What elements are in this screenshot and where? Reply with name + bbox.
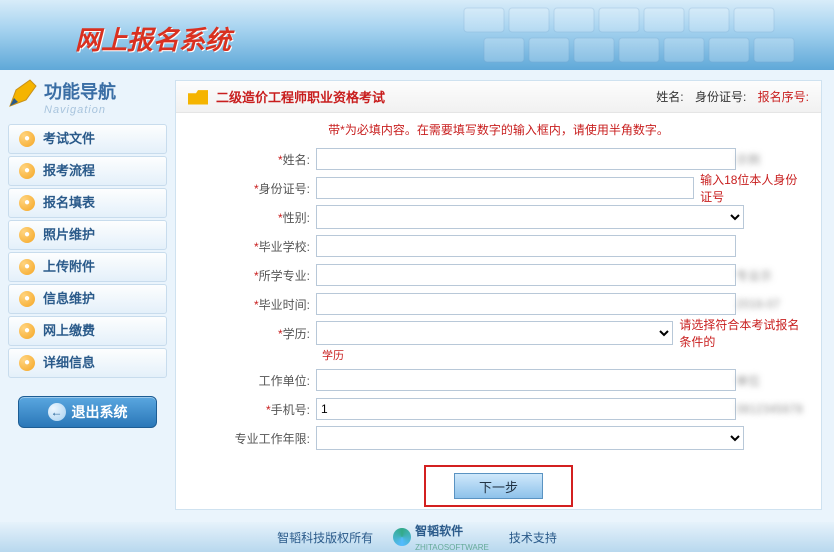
sidebar-item[interactable]: ● 报考流程 <box>8 156 167 186</box>
meta-id-label: 身份证号: <box>695 90 746 104</box>
phone-input[interactable] <box>316 398 736 420</box>
school-input[interactable] <box>316 235 736 257</box>
panel-title: 二级造价工程师职业资格考试 <box>216 87 648 106</box>
gender-select[interactable] <box>316 205 744 229</box>
nav-subtitle: Navigation <box>44 104 165 116</box>
edu-hint: 请选择符合本考试报名条件的 <box>679 316 809 350</box>
sidebar-item[interactable]: ● 上传附件 <box>8 252 167 282</box>
edu-select[interactable] <box>316 321 673 345</box>
sidebar-item[interactable]: ● 网上缴费 <box>8 316 167 346</box>
next-button[interactable]: 下一步 <box>454 473 543 499</box>
registration-form: *姓名:示例 *身份证号:输入18位本人身份证号 *性别: *毕业学校: *所学… <box>176 146 821 507</box>
sidebar: 功能导航 Navigation ● 考试文件 ● 报考流程 ● 报名填表 ● 照片维护 ● 上传附… <box>0 70 175 522</box>
nav-item-label: 详细信息 <box>43 348 95 378</box>
nav-item-label: 照片维护 <box>43 220 95 250</box>
nav-bullet-icon: ● <box>19 259 35 275</box>
sidebar-item[interactable]: ● 照片维护 <box>8 220 167 250</box>
footer: 智韬科技版权所有 智韬软件ZHITAOSOFTWARE 技术支持 <box>0 522 834 552</box>
app-title: 网上报名系统 <box>75 20 231 57</box>
form-notice: 带*为必填内容。在需要填写数字的输入框内，请使用半角数字。 <box>176 113 821 146</box>
nav-item-label: 报考流程 <box>43 156 95 186</box>
keyboard-decoration-icon <box>454 0 834 70</box>
nav-bullet-icon: ● <box>19 131 35 147</box>
nav-bullet-icon: ● <box>19 227 35 243</box>
meta-seq-label: 报名序号: <box>758 90 809 104</box>
nav-header: 功能导航 Navigation <box>0 70 175 122</box>
folder-icon <box>188 89 208 105</box>
pen-icon <box>6 76 40 110</box>
exit-label: 退出系统 <box>72 402 128 422</box>
workyears-select[interactable] <box>316 426 744 450</box>
next-button-highlight: 下一步 <box>424 465 573 507</box>
nav-item-label: 信息维护 <box>43 284 95 314</box>
sidebar-item[interactable]: ● 详细信息 <box>8 348 167 378</box>
nav-item-label: 网上缴费 <box>43 316 95 346</box>
nav-bullet-icon: ● <box>19 195 35 211</box>
brand-logo-icon <box>393 528 411 546</box>
major-input[interactable] <box>316 264 736 286</box>
workunit-input[interactable] <box>316 369 736 391</box>
nav-bullet-icon: ● <box>19 323 35 339</box>
exit-button[interactable]: ← 退出系统 <box>18 396 157 428</box>
nav-item-label: 上传附件 <box>43 252 95 282</box>
nav-bullet-icon: ● <box>19 291 35 307</box>
sidebar-item[interactable]: ● 报名填表 <box>8 188 167 218</box>
app-header: 网上报名系统 <box>0 0 834 70</box>
meta-name-label: 姓名: <box>656 90 683 104</box>
nav-item-label: 考试文件 <box>43 124 95 154</box>
nav-bullet-icon: ● <box>19 355 35 371</box>
footer-copyright: 智韬科技版权所有 <box>277 529 373 546</box>
exit-arrow-icon: ← <box>48 403 66 421</box>
panel-meta: 姓名: 身份证号: 报名序号: <box>648 88 809 105</box>
footer-brand: 智韬软件ZHITAOSOFTWARE <box>393 522 489 553</box>
panel-header: 二级造价工程师职业资格考试 姓名: 身份证号: 报名序号: <box>176 81 821 113</box>
footer-support: 技术支持 <box>509 529 557 546</box>
idnum-input[interactable] <box>316 177 694 199</box>
sidebar-item[interactable]: ● 考试文件 <box>8 124 167 154</box>
nav-bullet-icon: ● <box>19 163 35 179</box>
form-panel: 二级造价工程师职业资格考试 姓名: 身份证号: 报名序号: 带*为必填内容。在需… <box>175 80 822 510</box>
sidebar-item[interactable]: ● 信息维护 <box>8 284 167 314</box>
gradtime-input[interactable] <box>316 293 736 315</box>
idnum-hint: 输入18位本人身份证号 <box>700 171 809 205</box>
nav-title: 功能导航 <box>44 78 165 104</box>
nav-item-label: 报名填表 <box>43 188 95 218</box>
name-input[interactable] <box>316 148 736 170</box>
